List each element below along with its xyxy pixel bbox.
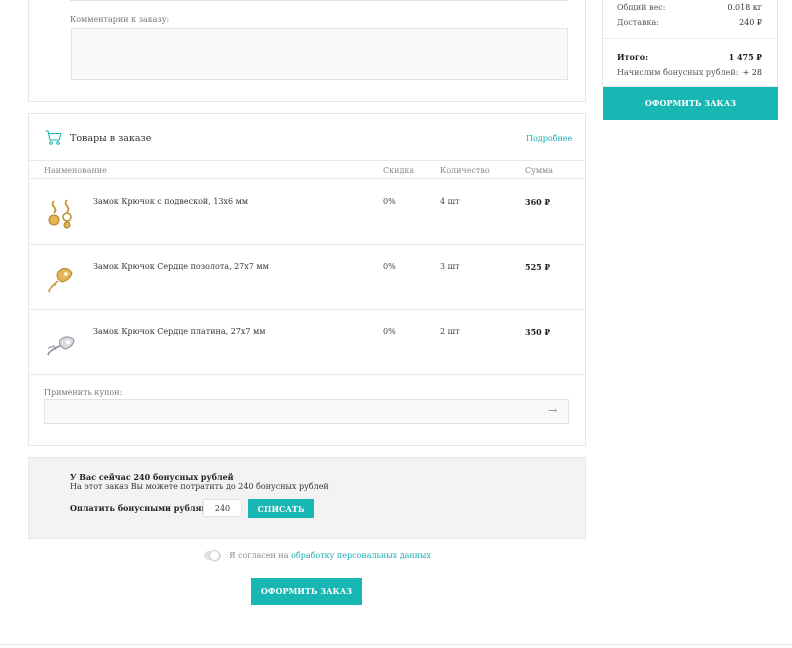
divider bbox=[29, 160, 585, 161]
product-quantity: 2 шт bbox=[440, 327, 460, 336]
col-header-discount: Скидка bbox=[383, 166, 415, 175]
product-quantity: 3 шт bbox=[440, 262, 460, 271]
summary-divider bbox=[603, 38, 777, 39]
product-discount: 0% bbox=[383, 327, 396, 336]
footer-divider bbox=[0, 644, 792, 645]
apply-bonus-button[interactable]: СПИСАТЬ bbox=[248, 499, 314, 518]
product-sum: 360 ₽ bbox=[525, 197, 551, 207]
items-title: Товары в заказе bbox=[70, 133, 152, 144]
privacy-policy-link[interactable]: обработку персональных данных bbox=[291, 551, 431, 560]
cart-icon bbox=[45, 130, 62, 145]
bonus-amount-input[interactable] bbox=[203, 499, 242, 517]
product-image[interactable] bbox=[44, 261, 78, 295]
comment-textarea[interactable] bbox=[71, 28, 568, 80]
col-header-quantity: Количество bbox=[440, 166, 490, 175]
product-discount: 0% bbox=[383, 262, 396, 271]
agreement-prefix: Я согласен на bbox=[229, 551, 292, 560]
divider bbox=[29, 178, 585, 179]
bonus-accrual-label: Начислим бонусных рублей: bbox=[617, 68, 739, 77]
coupon-apply-arrow-icon[interactable]: → bbox=[548, 404, 557, 417]
product-image[interactable] bbox=[44, 326, 78, 360]
delivery-value: 240 ₽ bbox=[739, 18, 762, 27]
product-sum: 525 ₽ bbox=[525, 262, 551, 272]
bonus-pay-label: Оплатить бонусными рублями: bbox=[70, 503, 218, 513]
product-discount: 0% bbox=[383, 197, 396, 206]
place-order-button[interactable]: ОФОРМИТЬ ЗАКАЗ bbox=[251, 578, 362, 605]
product-quantity: 4 шт bbox=[440, 197, 460, 206]
col-header-sum: Сумма bbox=[525, 166, 554, 175]
divider bbox=[29, 244, 585, 245]
previous-field[interactable] bbox=[70, 0, 568, 1]
bonus-section bbox=[28, 457, 586, 539]
details-link[interactable]: Подробнее bbox=[526, 134, 572, 143]
total-value: 1 475 ₽ bbox=[728, 52, 762, 62]
bonus-balance-text: У Вас сейчас 240 бонусных рублей bbox=[70, 472, 234, 482]
agreement-text: Я согласен на обработку персональных дан… bbox=[229, 551, 431, 560]
product-image[interactable] bbox=[44, 197, 78, 231]
bonus-accrual-value: + 28 bbox=[742, 68, 762, 77]
divider bbox=[29, 309, 585, 310]
comment-label: Комментарии к заказу: bbox=[70, 15, 170, 24]
product-name[interactable]: Замок Крючок с подвеской, 13х6 мм bbox=[93, 197, 248, 206]
delivery-label: Доставка: bbox=[617, 18, 659, 27]
divider bbox=[29, 374, 585, 375]
weight-value: 0.018 кг bbox=[727, 3, 762, 12]
weight-label: Общий вес: bbox=[617, 3, 666, 12]
col-header-name: Наименование bbox=[44, 166, 107, 175]
place-order-button-sidebar[interactable]: ОФОРМИТЬ ЗАКАЗ bbox=[603, 87, 778, 120]
product-name[interactable]: Замок Крючок Сердце позолота, 27х7 мм bbox=[93, 262, 269, 271]
bonus-limit-text: На этот заказ Вы можете потратить до 240… bbox=[70, 482, 329, 491]
coupon-input[interactable] bbox=[44, 399, 569, 424]
product-name[interactable]: Замок Крючок Сердце платина, 27х7 мм bbox=[93, 327, 265, 336]
product-sum: 350 ₽ bbox=[525, 327, 551, 337]
coupon-label: Применить купон: bbox=[44, 388, 123, 397]
total-label: Итого: bbox=[617, 52, 649, 62]
agreement-toggle-knob[interactable] bbox=[209, 550, 220, 561]
